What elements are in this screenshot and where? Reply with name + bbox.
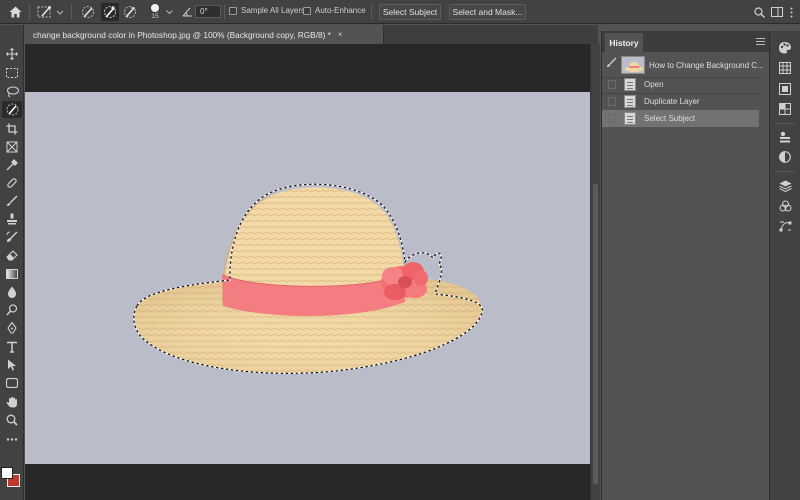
- auto-enhance-checkbox[interactable]: Auto-Enhance: [303, 6, 366, 15]
- swatches-panel-icon[interactable]: [777, 60, 793, 76]
- checkbox-box: [229, 6, 237, 15]
- gradients-panel-icon[interactable]: [777, 81, 793, 97]
- brush-tip-icon: [151, 4, 159, 12]
- more-tools-icon[interactable]: [2, 431, 22, 448]
- properties-panel-icon[interactable]: [777, 129, 793, 145]
- layers-panel-icon[interactable]: [777, 178, 793, 194]
- history-state[interactable]: Open: [602, 76, 769, 93]
- history-state[interactable]: Duplicate Layer: [602, 93, 769, 110]
- quick-selection-tool-icon[interactable]: [2, 101, 22, 118]
- history-brush-icon[interactable]: [2, 228, 22, 245]
- vertical-scrollbar[interactable]: [590, 44, 600, 500]
- type-tool-icon[interactable]: [2, 338, 22, 355]
- sample-all-layers-checkbox[interactable]: Sample All Layers: [229, 6, 305, 15]
- history-state-icon: [624, 112, 636, 125]
- rectangle-tool-icon[interactable]: [2, 374, 22, 391]
- pen-tool-icon[interactable]: [2, 319, 22, 336]
- crop-tool-icon[interactable]: [2, 120, 22, 137]
- close-icon[interactable]: ×: [338, 30, 343, 39]
- paths-panel-icon[interactable]: [777, 218, 793, 234]
- eyedropper-tool-icon[interactable]: [2, 156, 22, 173]
- history-state-icon: [624, 95, 636, 108]
- gradient-tool-icon[interactable]: [2, 265, 22, 282]
- brush-size-value: 15: [151, 13, 159, 20]
- brush-tool-icon[interactable]: [2, 192, 22, 209]
- hand-tool-icon[interactable]: [2, 393, 22, 410]
- history-source-checkbox[interactable]: [608, 80, 616, 89]
- document-tab-title: change background color in Photoshop.jpg…: [33, 29, 331, 40]
- history-source-checkbox[interactable]: [608, 97, 616, 106]
- angle-icon: [181, 6, 193, 18]
- foreground-color-swatch[interactable]: [1, 467, 13, 479]
- clone-stamp-icon[interactable]: [2, 210, 22, 227]
- history-state-label: Select Subject: [644, 114, 696, 123]
- history-state-label: Duplicate Layer: [644, 97, 700, 106]
- blur-tool-icon[interactable]: [2, 283, 22, 300]
- color-panel-icon[interactable]: [777, 39, 793, 55]
- eraser-icon[interactable]: [2, 246, 22, 263]
- lasso-tool-icon[interactable]: [2, 83, 22, 100]
- tools-panel: [0, 25, 24, 500]
- select-subject-button[interactable]: Select Subject: [379, 4, 441, 20]
- dodge-tool-icon[interactable]: [2, 301, 22, 318]
- panel-menu-icon[interactable]: [756, 37, 765, 47]
- add-to-selection-brush-icon[interactable]: [101, 3, 119, 21]
- channels-panel-icon[interactable]: [777, 198, 793, 214]
- new-selection-brush-icon[interactable]: [80, 4, 96, 20]
- sample-all-layers-label: Sample All Layers: [241, 6, 306, 15]
- search-icon[interactable]: [752, 5, 766, 19]
- path-selection-icon[interactable]: [2, 356, 22, 373]
- history-state-icon: [624, 78, 636, 91]
- scrollbar-thumb[interactable]: [593, 184, 598, 484]
- panel-dock: [769, 31, 800, 500]
- subtract-from-selection-brush-icon[interactable]: [122, 4, 138, 20]
- healing-brush-icon[interactable]: [2, 174, 22, 191]
- zoom-tool-icon[interactable]: [2, 411, 22, 428]
- document-tab-bar: change background color in Photoshop.jpg…: [24, 25, 598, 44]
- panel-tab-bar: History: [602, 31, 769, 52]
- adjustments-panel-icon[interactable]: [777, 149, 793, 165]
- frame-tool-icon[interactable]: [2, 138, 22, 155]
- workspace-icon[interactable]: [770, 5, 784, 19]
- patterns-panel-icon[interactable]: [777, 101, 793, 117]
- history-snapshot[interactable]: How to Change Background C...: [602, 54, 769, 76]
- brush-size-picker[interactable]: 15: [146, 2, 164, 22]
- history-panel: History How to Change Background C... Op…: [601, 31, 769, 500]
- checkbox-box: [303, 6, 311, 15]
- snapshot-label: How to Change Background C...: [649, 60, 764, 70]
- select-and-mask-button[interactable]: Select and Mask...: [449, 4, 526, 20]
- auto-enhance-label: Auto-Enhance: [315, 6, 366, 15]
- hat-image: [133, 183, 483, 374]
- options-bar: 15 0° Sample All Layers Auto-Enhance Sel…: [0, 0, 800, 24]
- tab-history[interactable]: History: [605, 33, 643, 52]
- marquee-tool-icon[interactable]: [2, 64, 22, 81]
- history-brush-source-icon[interactable]: [606, 57, 617, 70]
- document-tab[interactable]: change background color in Photoshop.jpg…: [24, 25, 384, 44]
- history-source-checkbox[interactable]: [608, 114, 616, 123]
- tool-preset-picker[interactable]: [37, 4, 65, 20]
- angle-input[interactable]: 0°: [195, 5, 221, 18]
- move-tool-icon[interactable]: [2, 45, 22, 62]
- share-menu-icon[interactable]: [786, 5, 796, 19]
- chevron-down-icon[interactable]: [165, 6, 173, 18]
- history-state-selected[interactable]: Select Subject: [602, 110, 759, 127]
- home-icon[interactable]: [6, 4, 24, 20]
- history-state-label: Open: [644, 80, 664, 89]
- canvas-image[interactable]: [25, 92, 590, 464]
- snapshot-thumbnail: [621, 56, 645, 74]
